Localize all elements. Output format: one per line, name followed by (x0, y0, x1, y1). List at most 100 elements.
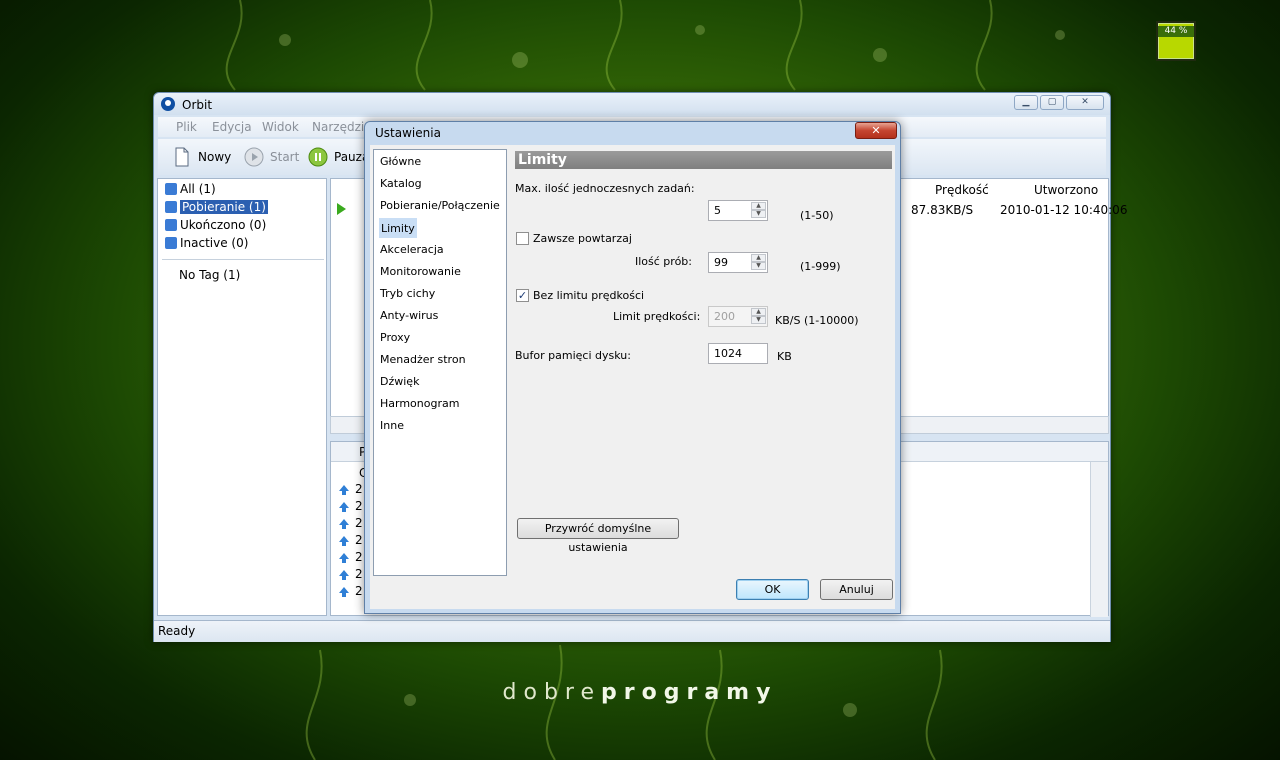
inactive-icon (165, 237, 177, 249)
retries-label: Ilość prób: (635, 255, 692, 268)
settings-category-item[interactable]: Anty-wirus (379, 306, 439, 326)
cancel-button[interactable]: Anuluj (820, 579, 893, 600)
settings-category-list: Główne Katalog Pobieranie/Połączenie Limity… (373, 149, 507, 576)
orbit-app-icon (161, 97, 175, 111)
close-icon: ✕ (1081, 97, 1089, 107)
download-icon (165, 201, 177, 213)
new-button-label: Nowy (198, 150, 232, 164)
log-arrow-icon (339, 570, 349, 580)
tag-downloading[interactable]: Pobieranie (1) (165, 199, 268, 215)
settings-category-item[interactable]: Dźwięk (379, 372, 420, 392)
section-title: Limity (515, 151, 892, 169)
max-tasks-label: Max. ilość jednoczesnych zadań: (515, 182, 695, 195)
tag-completed[interactable]: Ukończono (0) (165, 217, 266, 233)
disk-buffer-value: 1024 (714, 347, 742, 360)
spin-down-icon[interactable]: ▼ (751, 316, 766, 324)
menu-edycja[interactable]: Edycja (212, 120, 252, 134)
new-button[interactable]: Nowy (172, 147, 242, 167)
brand-logo-bold: programy (601, 680, 778, 705)
tag-inactive[interactable]: Inactive (0) (165, 235, 248, 251)
settings-category-item[interactable]: Menadżer stron (379, 350, 467, 370)
ok-button[interactable]: OK (736, 579, 809, 600)
spin-up-icon[interactable]: ▲ (751, 202, 766, 210)
checkmark-icon: ✓ (517, 289, 528, 302)
tag-sidebar: All (1) Pobieranie (1) Ukończono (0) Ina… (157, 178, 327, 616)
log-arrow-icon (339, 553, 349, 563)
log-row-text: 2 (355, 482, 363, 496)
disk-buffer-input[interactable]: 1024 (708, 343, 768, 364)
disk-buffer-unit: KB (777, 350, 792, 363)
always-retry-checkbox[interactable] (516, 232, 529, 245)
spin-down-icon[interactable]: ▼ (751, 210, 766, 218)
sidebar-divider (162, 259, 324, 260)
retries-range: (1-999) (800, 260, 841, 273)
cpu-meter-gadget[interactable]: 44 % (1156, 21, 1196, 61)
always-retry-label[interactable]: Zawsze powtarzaj (533, 232, 632, 245)
spin-up-icon[interactable]: ▲ (751, 308, 766, 316)
tag-label: Ukończono (0) (180, 218, 267, 232)
no-speed-limit-checkbox[interactable]: ✓ (516, 289, 529, 302)
pause-button[interactable]: Pauza (308, 147, 369, 167)
pause-icon (308, 147, 328, 167)
tag-label: Inactive (0) (180, 236, 249, 250)
speed-limit-spinner[interactable]: 200 ▲ ▼ (708, 306, 768, 327)
spin-down-icon[interactable]: ▼ (751, 262, 766, 270)
menu-narzedzia[interactable]: Narzędzia (312, 120, 372, 134)
minimize-icon: ▁ (1022, 97, 1030, 107)
maximize-button[interactable]: ▢ (1040, 95, 1064, 110)
log-row-text: 2 (355, 584, 363, 598)
brand-logo-light: dobre (502, 680, 602, 705)
settings-category-item[interactable]: Limity (379, 218, 417, 238)
max-tasks-value: 5 (714, 204, 721, 217)
speed-limit-unit: KB/S (1-10000) (775, 314, 859, 327)
tag-all[interactable]: All (1) (165, 181, 216, 197)
tag-label: All (1) (180, 182, 216, 196)
start-button[interactable]: Start (244, 147, 304, 167)
max-tasks-spinner[interactable]: 5 ▲ ▼ (708, 200, 768, 221)
spin-up-icon[interactable]: ▲ (751, 254, 766, 262)
settings-category-item[interactable]: Katalog (379, 174, 423, 194)
log-row-text: 2 (355, 533, 363, 547)
settings-category-item[interactable]: Harmonogram (379, 394, 460, 414)
close-icon: ✕ (871, 124, 881, 137)
brand-logo: dobreprogramy (0, 680, 1280, 705)
settings-category-item[interactable]: Proxy (379, 328, 411, 348)
column-header-speed[interactable]: Prędkość (935, 179, 989, 201)
log-row-text: 2 (355, 499, 363, 513)
no-speed-limit-label[interactable]: Bez limitu prędkości (533, 289, 644, 302)
settings-dialog: Ustawienia ✕ Główne Katalog Pobieranie/Poł… (364, 121, 901, 614)
log-vertical-scrollbar[interactable] (1090, 462, 1108, 617)
log-arrow-icon (339, 536, 349, 546)
column-header-created[interactable]: Utworzono (1034, 179, 1098, 201)
settings-category-item[interactable]: Tryb cichy (379, 284, 436, 304)
row-speed-cell[interactable]: 87.83KB/S (911, 201, 973, 219)
window-titlebar[interactable]: Orbit ▁ ▢ ✕ (154, 93, 1110, 115)
menu-plik[interactable]: Plik (176, 120, 197, 134)
restore-defaults-button[interactable]: Przywróć domyślne ustawienia (517, 518, 679, 554)
log-row-text: 2 (355, 550, 363, 564)
speed-limit-label: Limit prędkości: (613, 310, 701, 323)
settings-category-item[interactable]: Główne (379, 152, 422, 172)
log-arrow-icon (339, 519, 349, 529)
download-active-icon (337, 203, 346, 215)
log-arrow-icon (339, 485, 349, 495)
tag-no-tag[interactable]: No Tag (1) (179, 268, 240, 282)
settings-category-item[interactable]: Monitorowanie (379, 262, 462, 282)
settings-category-item[interactable]: Inne (379, 416, 405, 436)
row-created-cell[interactable]: 2010-01-12 10:40:06 (1000, 201, 1127, 219)
close-button[interactable]: ✕ (1066, 95, 1104, 110)
log-row-text: 2 (355, 567, 363, 581)
log-arrow-icon (339, 502, 349, 512)
dialog-body: Główne Katalog Pobieranie/Połączenie Limity… (370, 145, 895, 609)
minimize-button[interactable]: ▁ (1014, 95, 1038, 110)
retries-spinner[interactable]: 99 ▲ ▼ (708, 252, 768, 273)
settings-category-item[interactable]: Pobieranie/Połączenie (379, 196, 501, 216)
dialog-close-button[interactable]: ✕ (855, 122, 897, 139)
window-title: Orbit (182, 98, 213, 112)
menu-widok[interactable]: Widok (262, 120, 299, 134)
settings-category-item[interactable]: Akceleracja (379, 240, 445, 260)
log-row-text: 2 (355, 516, 363, 530)
completed-icon (165, 219, 177, 231)
max-tasks-range: (1-50) (800, 209, 834, 222)
start-button-label: Start (270, 150, 300, 164)
